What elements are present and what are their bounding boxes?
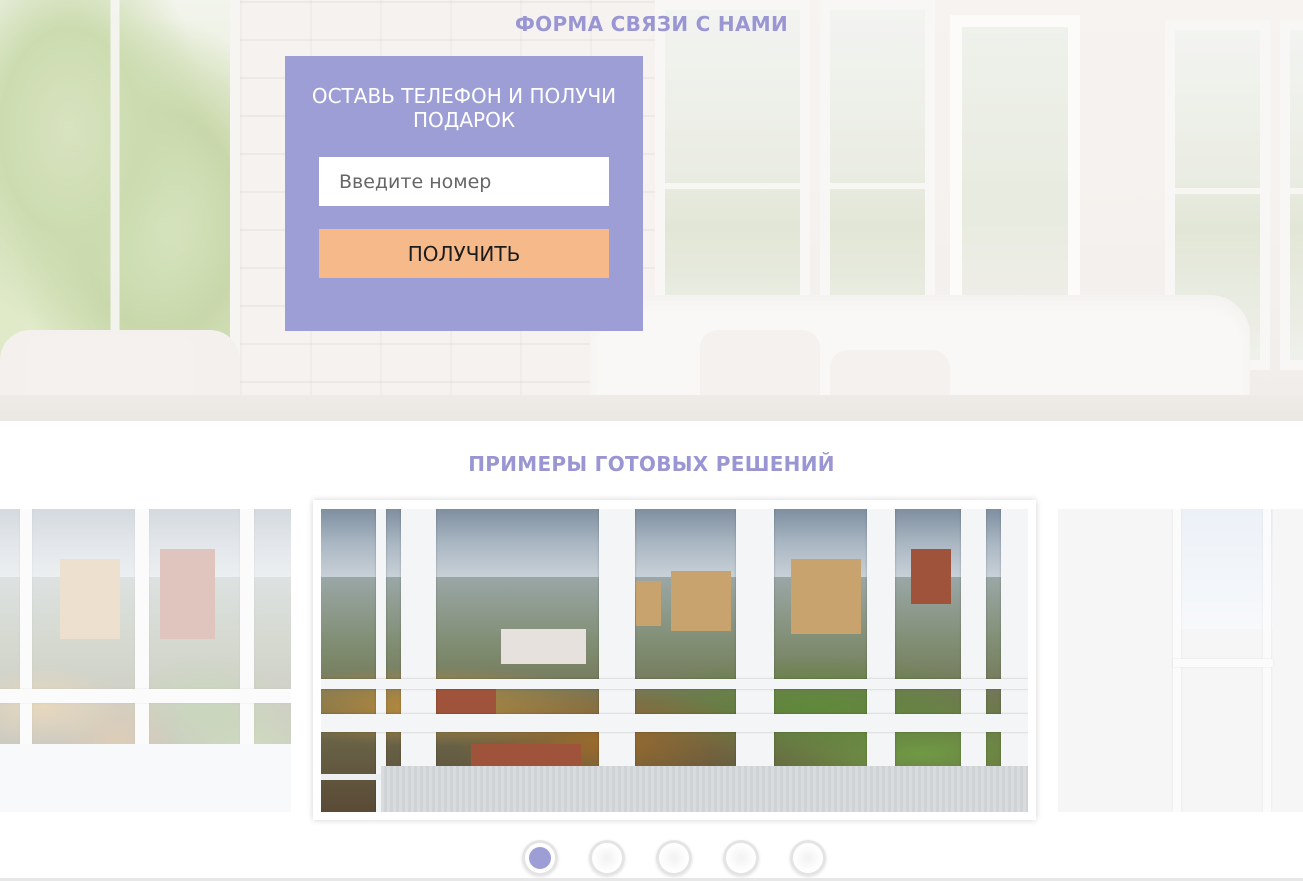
slide-dot-3[interactable] [656,840,692,876]
balcony-windows-photo [0,509,291,812]
phone-input[interactable] [319,157,609,206]
callback-form: ОСТАВЬ ТЕЛЕФОН И ПОЛУЧИ ПОДАРОК ПОЛУЧИТЬ [285,56,643,331]
slide-dot-4[interactable] [723,840,759,876]
slider-pagination [0,840,1303,876]
contact-section-title: ФОРМА СВЯЗИ С НАМИ [515,12,788,36]
next-slide[interactable] [1058,509,1303,812]
balcony-windows-city-view-photo [321,509,1028,812]
balcony-interior-photo [1058,509,1303,812]
slide-dot-1[interactable] [522,840,558,876]
solutions-section-title: ПРИМЕРЫ ГОТОВЫХ РЕШЕНИЙ [468,452,835,476]
hero-background [0,0,1303,421]
current-slide[interactable] [313,500,1036,820]
get-gift-button[interactable]: ПОЛУЧИТЬ [319,229,609,278]
previous-slide[interactable] [0,509,291,812]
slide-dot-5[interactable] [790,840,826,876]
slide-dot-2[interactable] [589,840,625,876]
form-card-title: ОСТАВЬ ТЕЛЕФОН И ПОЛУЧИ ПОДАРОК [311,84,617,132]
